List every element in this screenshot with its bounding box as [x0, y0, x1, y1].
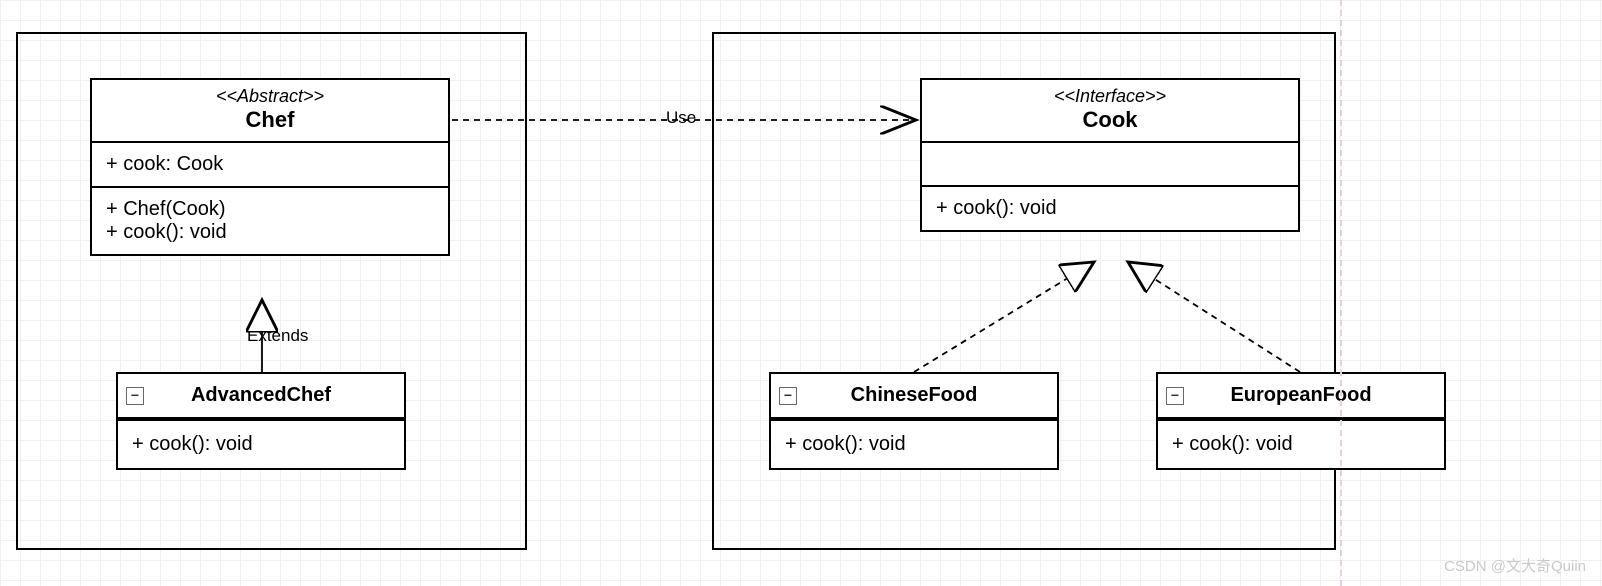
class-european-food: − EuropeanFood + cook(): void — [1156, 372, 1446, 470]
class-chef: <<Abstract>> Chef + cook: Cook + Chef(Co… — [90, 78, 450, 256]
chef-op-ctor: + Chef(Cook) — [106, 198, 434, 221]
label-use: Use — [662, 108, 700, 128]
european-food-name: EuropeanFood — [1230, 384, 1371, 406]
chef-name: Chef — [102, 107, 438, 133]
chef-attributes: + cook: Cook — [92, 143, 448, 188]
chef-operations: + Chef(Cook) + cook(): void — [92, 188, 448, 254]
interface-cook: <<Interface>> Cook + cook(): void — [920, 78, 1300, 232]
collapse-icon[interactable]: − — [779, 387, 797, 405]
european-food-ops: + cook(): void — [1158, 421, 1444, 468]
cook-name: Cook — [932, 107, 1288, 133]
class-chinese-food: − ChineseFood + cook(): void — [769, 372, 1059, 470]
cook-stereotype: <<Interface>> — [932, 86, 1288, 107]
chinese-food-ops: + cook(): void — [771, 421, 1057, 468]
collapse-icon[interactable]: − — [126, 387, 144, 405]
advanced-chef-ops: + cook(): void — [118, 421, 404, 468]
cook-operations: + cook(): void — [922, 187, 1298, 230]
class-advanced-chef: − AdvancedChef + cook(): void — [116, 372, 406, 470]
chef-stereotype: <<Abstract>> — [102, 86, 438, 107]
watermark: CSDN @文大奇Quiin — [1444, 555, 1586, 576]
advanced-chef-name: AdvancedChef — [191, 384, 331, 406]
chinese-food-name: ChineseFood — [851, 384, 978, 406]
collapse-icon[interactable]: − — [1166, 387, 1184, 405]
diagram-canvas: <<Abstract>> Chef + cook: Cook + Chef(Co… — [0, 0, 1602, 586]
chef-op-cook: + cook(): void — [106, 221, 434, 244]
label-extends: Extends — [243, 326, 312, 346]
